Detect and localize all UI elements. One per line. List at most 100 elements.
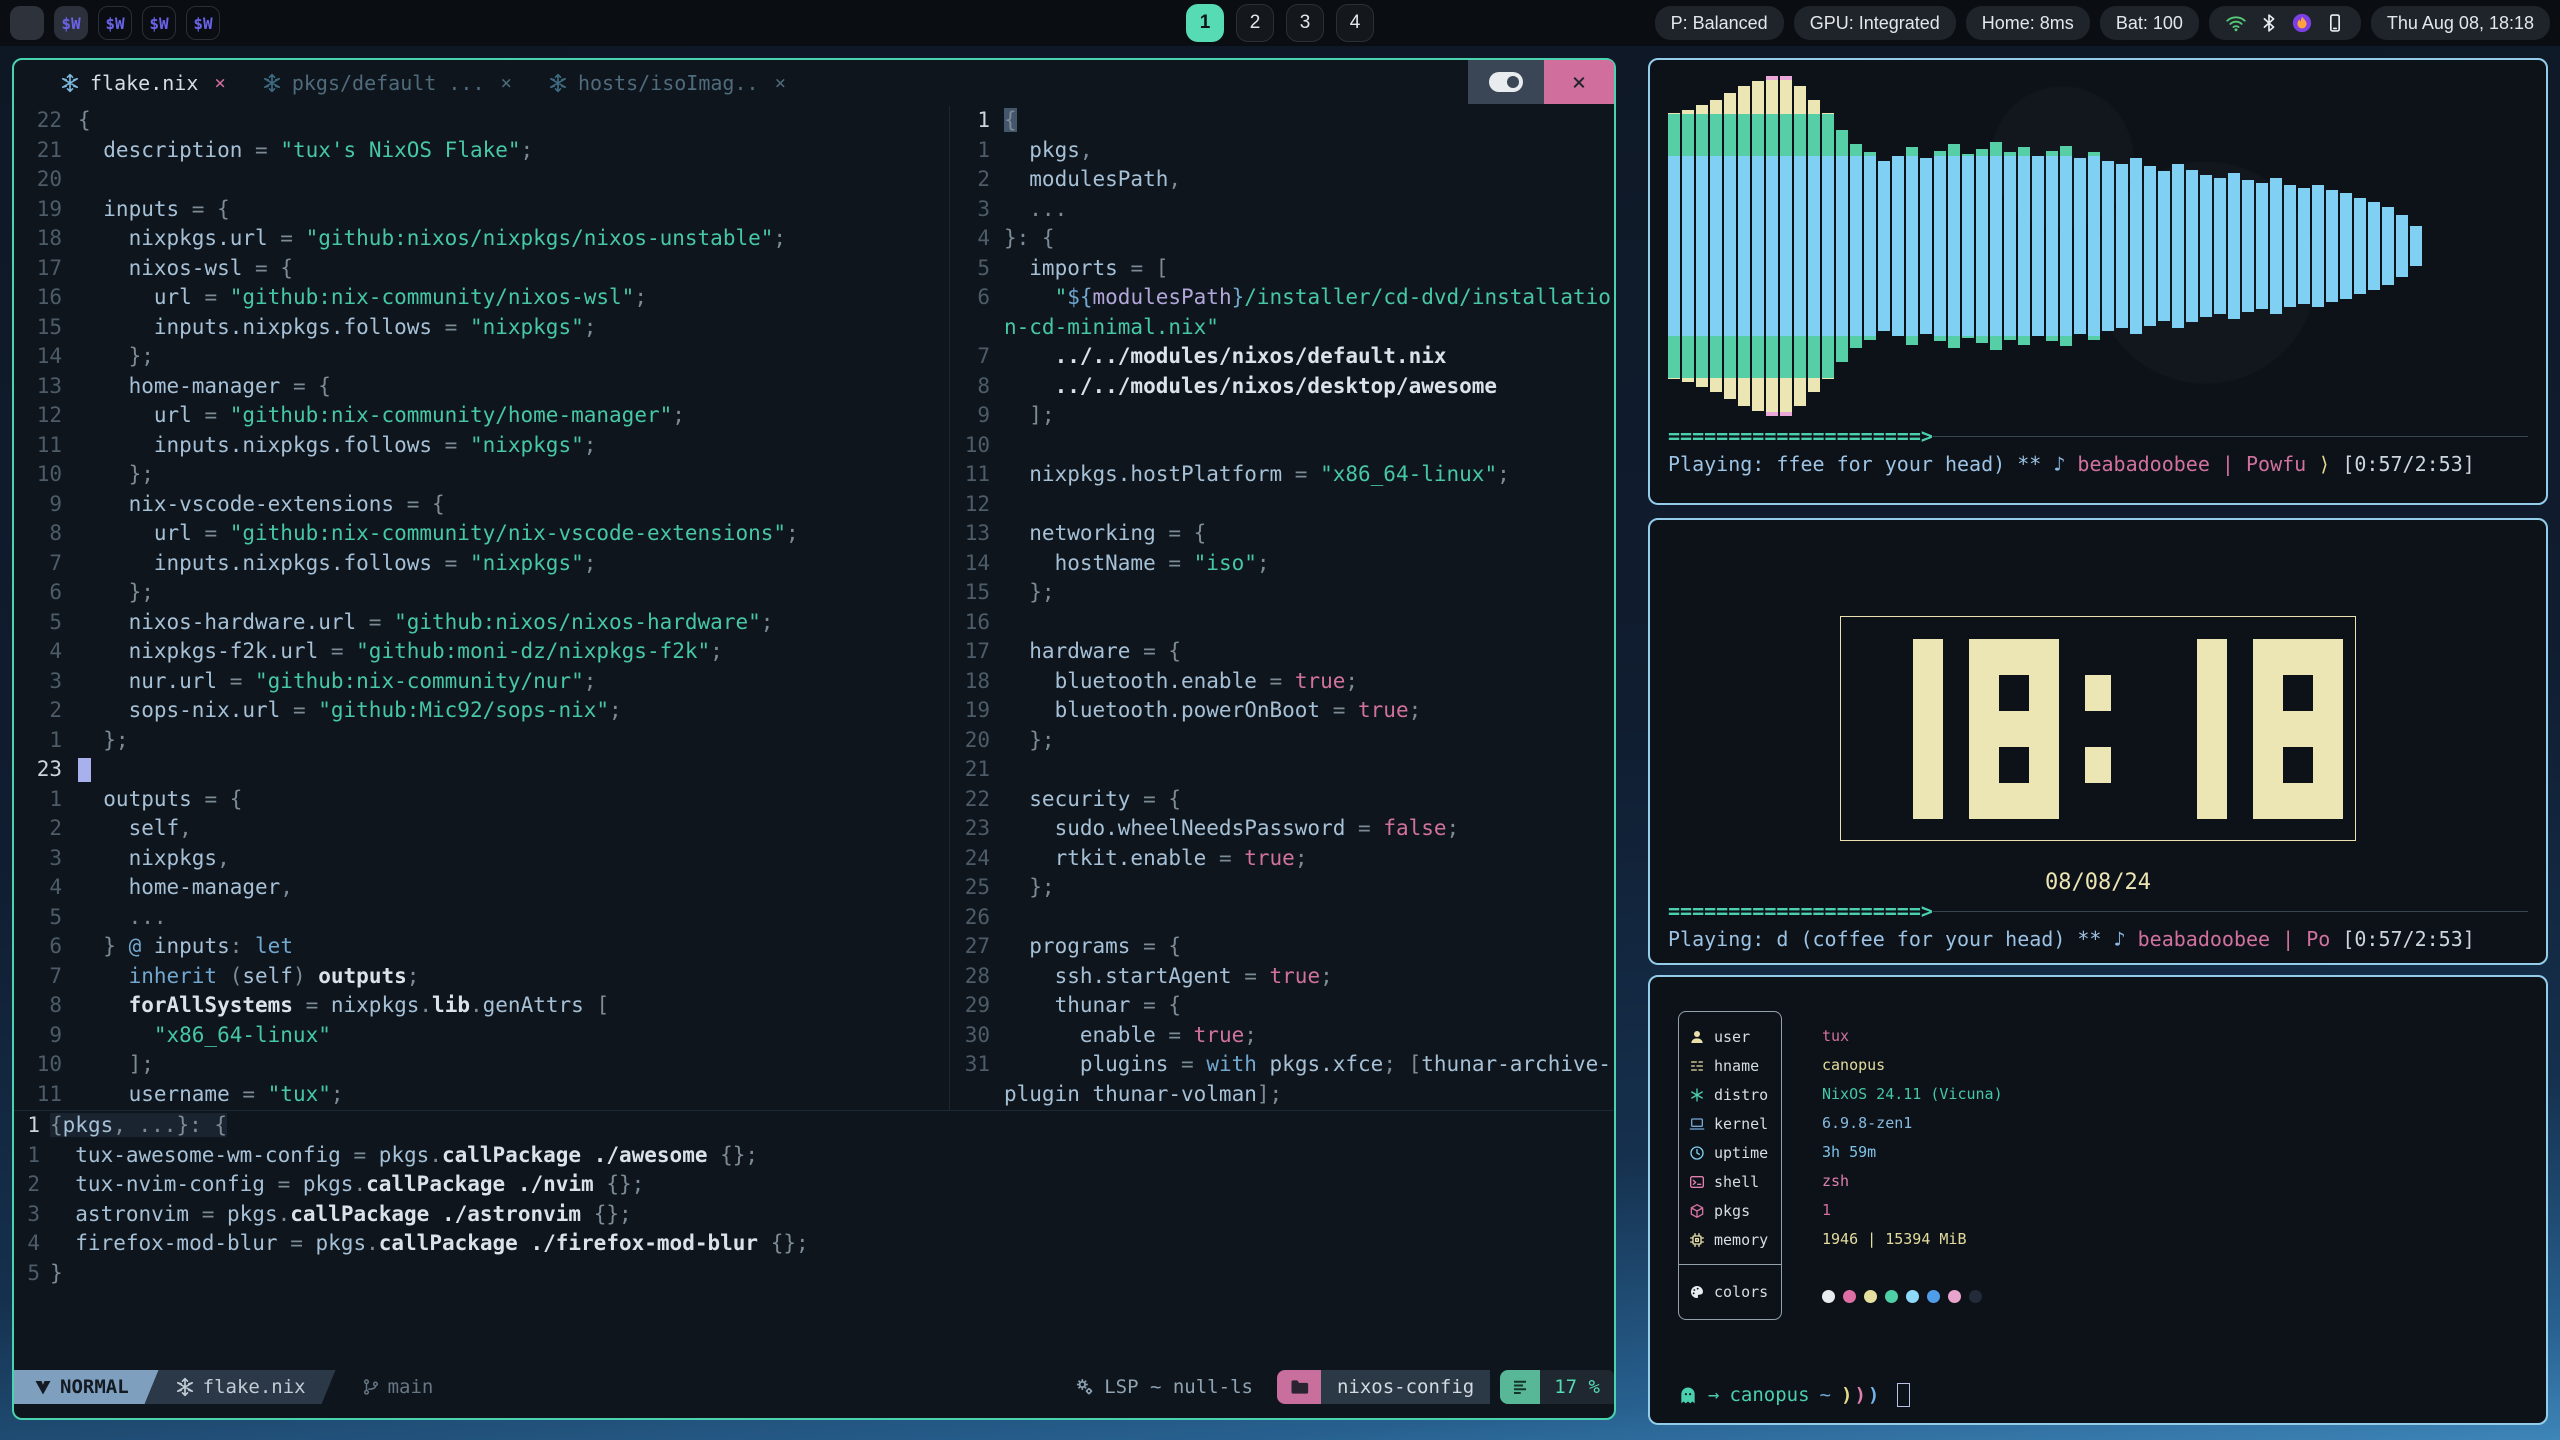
mode-segment: NORMAL	[14, 1370, 159, 1404]
device-icon[interactable]	[2325, 13, 2345, 33]
visualizer-bar	[1738, 76, 1750, 416]
system-fetch: userhnamedistrokerneluptimeshellpkgsmemo…	[1678, 1011, 2003, 1320]
fetch-row-colors: colors	[1679, 1275, 1781, 1309]
code-line: 4}: {	[950, 224, 1614, 254]
statusline: NORMAL flake.nix main LSP ~ null-ls nixo…	[14, 1370, 1614, 1404]
code-line: 21	[950, 755, 1614, 785]
status-pill: Home: 8ms	[1966, 6, 2090, 40]
tab-label: flake.nix	[90, 71, 198, 95]
code-line: 14 hostName = "iso";	[950, 549, 1614, 579]
fetch-value-distro: NixOS 24.11 (Vicuna)	[1822, 1079, 2003, 1108]
code-line: 1 tux-awesome-wm-config = pkgs.callPacka…	[14, 1141, 1614, 1171]
visualizer-bar	[2144, 76, 2156, 416]
code-line: 24 rtkit.enable = true;	[950, 844, 1614, 874]
tag-list: 1234	[1186, 0, 1374, 46]
bluetooth-icon[interactable]	[2259, 13, 2279, 33]
tab-close-icon[interactable]: ×	[500, 72, 511, 94]
tab-label: pkgs/default ...	[292, 71, 485, 95]
lsp-segment: LSP ~ null-ls	[1054, 1370, 1277, 1404]
shell-prompt[interactable]: →canopus~)))	[1678, 1383, 1910, 1407]
tag-3[interactable]: 3	[1286, 4, 1324, 42]
visualizer-bar	[1906, 76, 1918, 416]
visualizer-bar	[1710, 76, 1722, 416]
file-label: flake.nix	[203, 1376, 306, 1398]
code-pane-iso[interactable]: 1{1 pkgs,2 modulesPath,3 ...4}: {5 impor…	[950, 106, 1614, 1110]
launcher-button[interactable]	[10, 6, 44, 40]
code-pane-pkgs[interactable]: 1{pkgs, ...}: {1 tux-awesome-wm-config =…	[14, 1111, 1614, 1292]
code-line: 14 };	[14, 342, 949, 372]
window-close-button[interactable]: ×	[1544, 60, 1614, 104]
code-line: 28 ssh.startAgent = true;	[950, 962, 1614, 992]
project-segment: nixos-config	[1321, 1370, 1490, 1404]
nix-snowflake-icon	[60, 73, 80, 93]
terminal-window[interactable]: userhnamedistrokerneluptimeshellpkgsmemo…	[1648, 975, 2548, 1425]
code-line: 18 bluetooth.enable = true;	[950, 667, 1614, 697]
visualizer-bar	[2242, 76, 2254, 416]
fetch-value-uptime: 3h 59m	[1822, 1137, 2003, 1166]
visualizer-bar	[2270, 76, 2282, 416]
visualizer-bar	[1920, 76, 1932, 416]
tag-2[interactable]: 2	[1236, 4, 1274, 42]
toggle-icon	[1489, 72, 1523, 92]
color-dot	[1969, 1290, 1982, 1303]
shell-icon	[1689, 1174, 1705, 1190]
code-line: 27 programs = {	[950, 932, 1614, 962]
clock-colon	[2085, 639, 2111, 819]
tab-close-icon[interactable]: ×	[775, 72, 786, 94]
workspace-button-4[interactable]: $W	[186, 6, 220, 40]
fetch-value-memory: 1946 | 15394 MiB	[1822, 1224, 2003, 1253]
scroll-percent: 17 %	[1540, 1370, 1614, 1404]
tab-flake-nix[interactable]: flake.nix ×	[42, 60, 244, 106]
workspace-group: $W $W $W $W	[54, 6, 220, 40]
code-line: 5}	[14, 1259, 1614, 1289]
wifi-icon[interactable]	[2225, 12, 2247, 34]
distro-icon	[1689, 1087, 1705, 1103]
tab-pkgs-default-[interactable]: pkgs/default ... ×	[244, 60, 530, 106]
tab-close-icon[interactable]: ×	[214, 72, 225, 94]
tag-4[interactable]: 4	[1336, 4, 1374, 42]
visualizer-bar	[1794, 76, 1806, 416]
fetch-value-shell: zsh	[1822, 1166, 2003, 1195]
firewall-icon[interactable]	[2291, 12, 2313, 34]
terminal-cursor	[1897, 1383, 1910, 1407]
visualizer-bar	[1878, 76, 1890, 416]
code-line: 2 tux-nvim-config = pkgs.callPackage ./n…	[14, 1170, 1614, 1200]
code-line: 8 url = "github:nix-community/nix-vscode…	[14, 519, 949, 549]
fetch-row-kernel: kernel	[1679, 1109, 1781, 1138]
top-bar: $W$W$W$W 1234 P: BalancedGPU: Integrated…	[0, 0, 2560, 46]
code-line: 3 astronvim = pkgs.callPackage ./astronv…	[14, 1200, 1614, 1230]
toggle-button[interactable]	[1468, 60, 1544, 104]
prompt-path: ~	[1820, 1384, 1831, 1406]
workspace-button-1[interactable]: $W	[54, 6, 88, 40]
clock-digit	[1969, 639, 2059, 819]
system-tray[interactable]	[2209, 6, 2361, 40]
code-pane-flake[interactable]: 22{21 description = "tux's NixOS Flake";…	[14, 106, 949, 1110]
clock-digit	[2253, 639, 2343, 819]
code-line: plugin thunar-volman];	[950, 1080, 1614, 1110]
clock-digit	[2137, 639, 2227, 819]
tab-hosts-isoImag-[interactable]: hosts/isoImag..×	[530, 60, 804, 106]
clock-pill[interactable]: Thu Aug 08, 18:18	[2371, 6, 2550, 40]
code-line: 26	[950, 903, 1614, 933]
code-line: 5 nixos-hardware.url = "github:nixos/nix…	[14, 608, 949, 638]
code-line: 4 nixpkgs-f2k.url = "github:moni-dz/nixp…	[14, 637, 949, 667]
code-line: 13 home-manager = {	[14, 372, 949, 402]
visualizer-bar	[1990, 76, 2002, 416]
command-line[interactable]	[14, 1404, 1614, 1418]
code-line: 1{	[950, 106, 1614, 136]
workspace-button-3[interactable]: $W	[142, 6, 176, 40]
code-line: 29 thunar = {	[950, 991, 1614, 1021]
visualizer-bar	[2088, 76, 2100, 416]
code-line: 2 sops-nix.url = "github:Mic92/sops-nix"…	[14, 696, 949, 726]
visualizer-bar	[1766, 76, 1778, 416]
code-line: 7 ../../modules/nixos/default.nix	[950, 342, 1614, 372]
code-line: 3 nur.url = "github:nix-community/nur";	[14, 667, 949, 697]
visualizer-bar	[2102, 76, 2114, 416]
visualizer-bar	[2172, 76, 2184, 416]
workspace-button-2[interactable]: $W	[98, 6, 132, 40]
track-progress: =====================>	[1668, 424, 2528, 448]
tag-1[interactable]: 1	[1186, 4, 1224, 42]
kernel-icon	[1689, 1116, 1705, 1132]
palette-icon	[1689, 1284, 1705, 1300]
git-branch-icon	[362, 1378, 380, 1396]
